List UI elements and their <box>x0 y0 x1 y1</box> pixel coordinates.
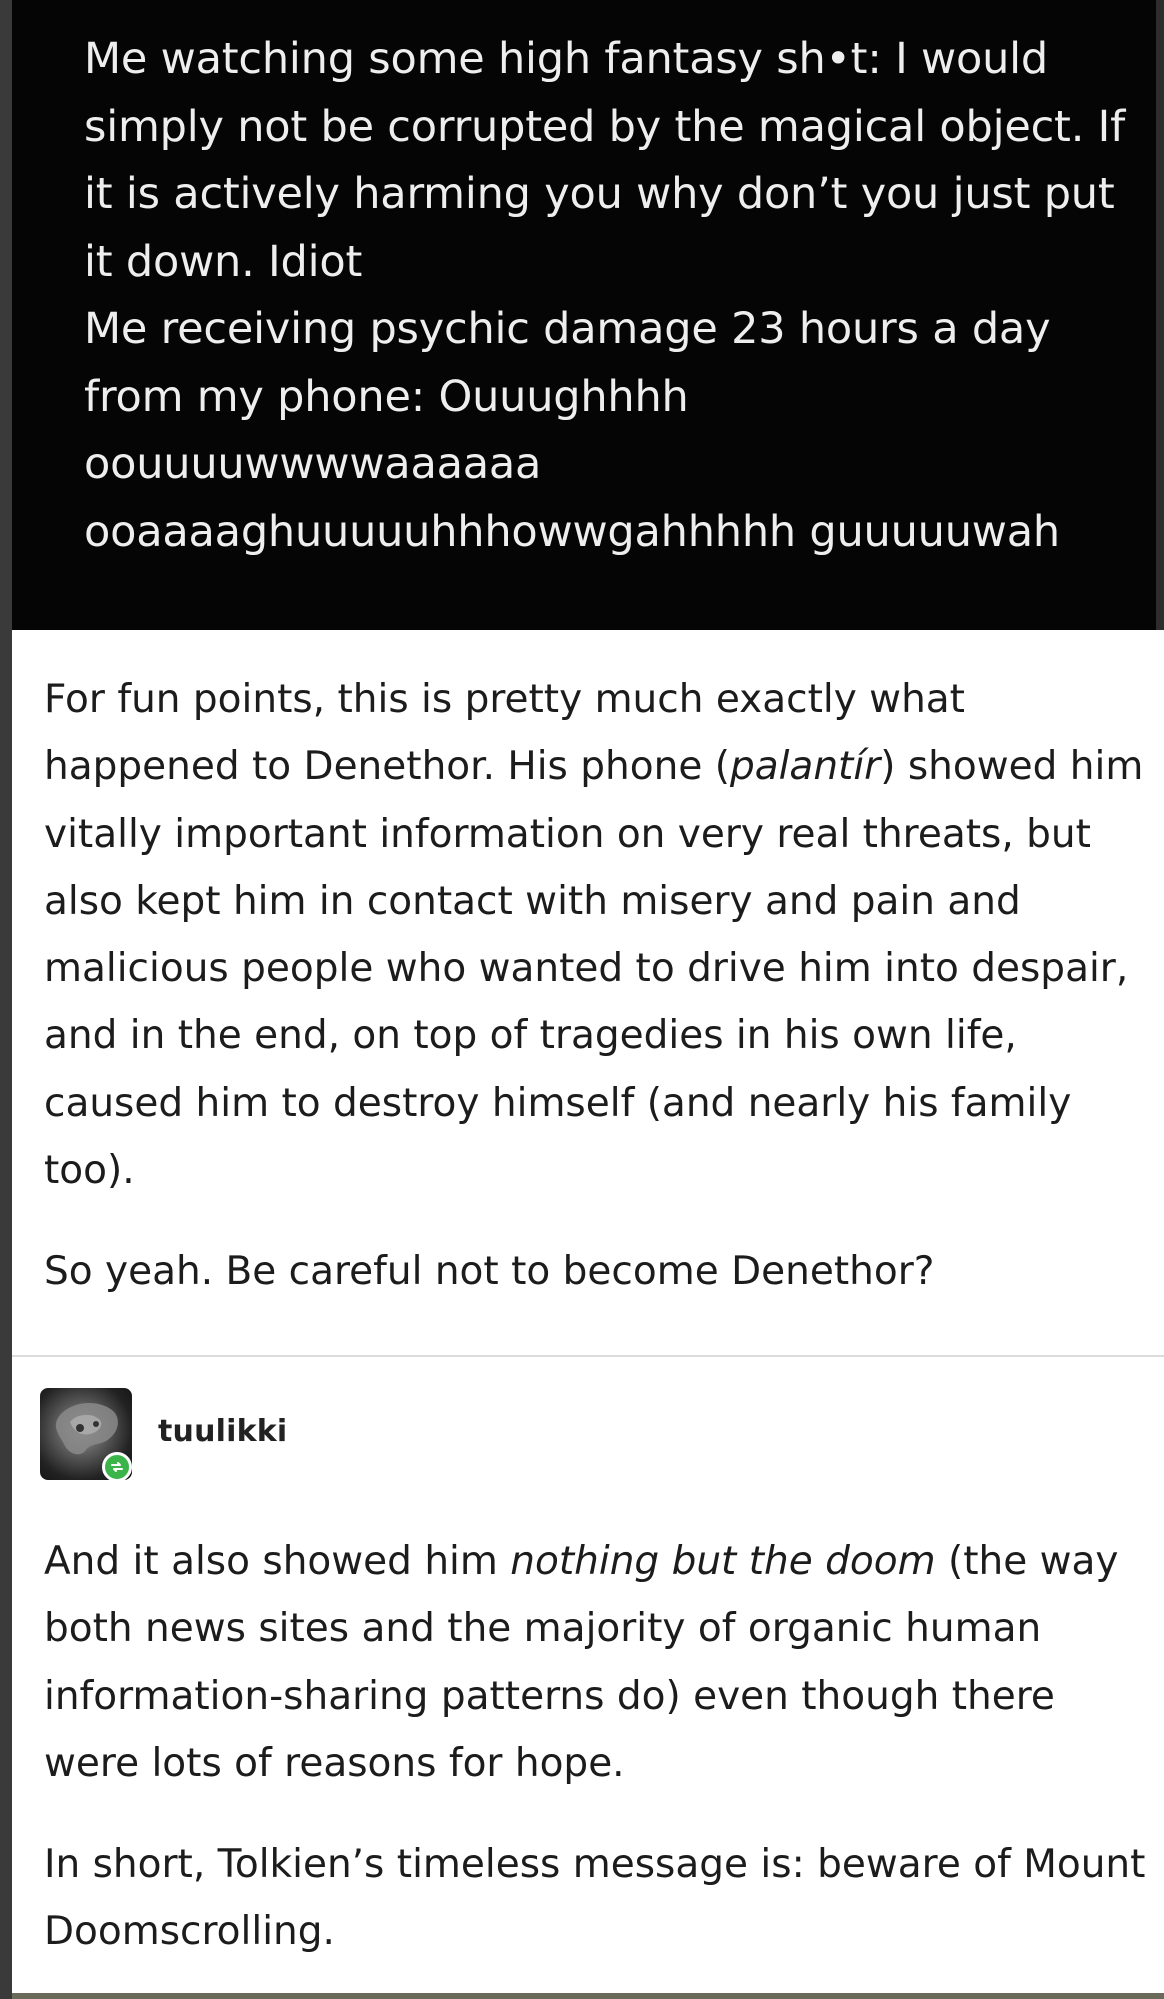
reply-1-paragraph-1: For fun points, this is pretty much exac… <box>44 666 1154 1204</box>
reblogger-username[interactable]: tuulikki <box>158 1414 287 1449</box>
reply-1-italic: palantír <box>729 744 881 790</box>
tumblr-post: For fun points, this is pretty much exac… <box>12 630 1164 1999</box>
reply-2-paragraph-2: In short, Tolkien’s timeless message is:… <box>44 1842 1146 1955</box>
reply-2-italic: nothing but the doom <box>510 1539 936 1584</box>
original-tweet-card: Me watching some high fantasy sh•t: I wo… <box>12 0 1156 630</box>
reply-1-paragraph-2: So yeah. Be careful not to become Deneth… <box>44 1249 935 1295</box>
left-edge <box>0 0 12 1999</box>
reply-2-paragraph-1: And it also showed him nothing but the d… <box>44 1528 1154 1797</box>
reblog-icon <box>102 1452 132 1482</box>
reply-1-text-b: ) showed him vitally important informati… <box>44 744 1144 1194</box>
reply-1: For fun points, this is pretty much exac… <box>44 666 1154 1306</box>
reblog-header: tuulikki <box>40 1388 640 1488</box>
bottom-edge <box>12 1993 1164 1999</box>
screenshot-frame: Me watching some high fantasy sh•t: I wo… <box>0 0 1164 1999</box>
reply-2-text-a: And it also showed him <box>44 1539 511 1584</box>
reply-2: And it also showed him nothing but the d… <box>44 1528 1154 1966</box>
reblog-divider <box>12 1355 1164 1357</box>
original-tweet-text: Me watching some high fantasy sh•t: I wo… <box>84 34 1126 557</box>
